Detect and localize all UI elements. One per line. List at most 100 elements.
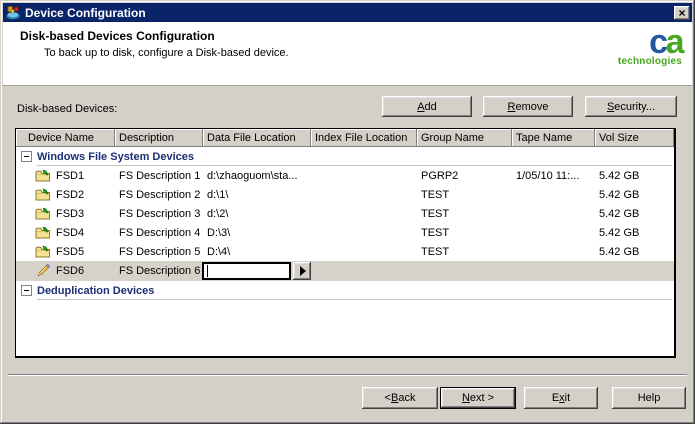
- description-cell: FS Description 3: [115, 204, 203, 223]
- vol-size-cell: 5.42 GB: [595, 242, 674, 261]
- ca-technologies-logo: ca technologies: [618, 26, 682, 67]
- device-row-fsd5[interactable]: FSD5FS Description 5D:\4\TEST5.42 GB: [16, 242, 674, 261]
- device-name-text: FSD5: [56, 246, 84, 258]
- page-title: Disk-based Devices Configuration: [20, 29, 215, 43]
- column-header-index-file-location[interactable]: Index File Location: [311, 129, 417, 147]
- data-file-cell: [203, 261, 311, 281]
- text-caret: [207, 265, 208, 277]
- group-row-windows-file-system-devices[interactable]: Windows File System Devices: [16, 147, 674, 166]
- titlebar[interactable]: Device Configuration ×: [3, 3, 692, 22]
- device-row-fsd6[interactable]: FSD6 FS Description 6: [16, 261, 674, 281]
- device-name-cell: FSD1: [16, 166, 115, 185]
- device-row-fsd2[interactable]: FSD2 FS Description 2d:\1\ TEST 5.42 GB: [16, 185, 674, 204]
- description-cell: FS Description 2: [115, 185, 203, 204]
- device-name-cell: FSD2: [16, 185, 115, 204]
- group-name-cell: PGRP2: [417, 166, 512, 185]
- device-table-header: Device NameDescriptionData File Location…: [16, 129, 674, 147]
- collapse-expander-icon[interactable]: [21, 151, 32, 162]
- index-file-cell: [311, 166, 417, 185]
- index-file-cell: [311, 204, 417, 223]
- vol-size-cell: 5.42 GB: [595, 166, 674, 185]
- group-label: Windows File System Devices: [37, 151, 194, 163]
- group-name-cell: [417, 261, 512, 281]
- folder-checkin-icon: [35, 187, 51, 203]
- device-name-cell: FSD4: [16, 223, 115, 242]
- folder-checkin-icon: [35, 206, 51, 222]
- footer-divider: [8, 374, 687, 376]
- browse-arrow-button[interactable]: [293, 262, 311, 280]
- column-header-description[interactable]: Description: [115, 129, 203, 147]
- data-file-cell: d:\1\: [203, 185, 311, 204]
- column-header-vol-size[interactable]: Vol Size: [595, 129, 674, 147]
- device-name-cell: FSD6: [16, 261, 115, 281]
- description-cell: FS Description 6: [115, 261, 203, 281]
- tape-name-cell: 1/05/10 11:...: [512, 166, 595, 185]
- window-title: Device Configuration: [25, 6, 146, 20]
- tape-name-cell: [512, 261, 595, 281]
- devices-label: Disk-based Devices:: [17, 103, 117, 115]
- vol-size-cell: 5.42 GB: [595, 185, 674, 204]
- data-file-cell: D:\3\: [203, 223, 311, 242]
- data-file-location-editbox[interactable]: [202, 262, 291, 280]
- group-underline: [37, 299, 672, 300]
- data-file-location-input[interactable]: [204, 264, 289, 278]
- next-button[interactable]: Next >: [440, 387, 516, 409]
- group-name-cell: TEST: [417, 204, 512, 223]
- back-button[interactable]: < Back: [362, 387, 438, 409]
- device-row-fsd3[interactable]: FSD3 FS Description 3d:\2\ TEST 5.42 GB: [16, 204, 674, 223]
- folder-checkin-icon: [35, 168, 51, 184]
- security-button[interactable]: Security...: [585, 96, 677, 117]
- vol-size-cell: 5.42 GB: [595, 223, 674, 242]
- device-name-cell: FSD3: [16, 204, 115, 223]
- wizard-header: Disk-based Devices Configuration To back…: [3, 22, 692, 86]
- device-row-fsd1[interactable]: FSD1 FS Description 1d:\zhaoguom\sta... PG…: [16, 166, 674, 185]
- ca-logo-caption: technologies: [618, 57, 682, 67]
- device-name-text: FSD1: [56, 170, 84, 182]
- device-name-text: FSD3: [56, 208, 84, 220]
- collapse-expander-icon[interactable]: [21, 285, 32, 296]
- folder-checkin-icon: [35, 244, 51, 260]
- right-triangle-icon: [300, 266, 306, 276]
- group-name-cell: TEST: [417, 223, 512, 242]
- exit-button[interactable]: Exit: [524, 387, 598, 409]
- tape-name-cell: [512, 204, 595, 223]
- close-icon: ×: [678, 8, 685, 18]
- vol-size-cell: 5.42 GB: [595, 204, 674, 223]
- device-row-fsd4[interactable]: FSD4 FS Description 4D:\3\ TEST 5.42 GB: [16, 223, 674, 242]
- device-name-text: FSD6: [56, 265, 84, 277]
- device-name-text: FSD2: [56, 189, 84, 201]
- column-header-device-name[interactable]: Device Name: [16, 129, 115, 147]
- index-file-cell: [311, 242, 417, 261]
- remove-button[interactable]: Remove: [483, 96, 573, 117]
- data-file-cell: d:\2\: [203, 204, 311, 223]
- column-header-group-name[interactable]: Group Name: [417, 129, 512, 147]
- tape-name-cell: [512, 185, 595, 204]
- vol-size-cell: [595, 261, 674, 281]
- column-header-tape-name[interactable]: Tape Name: [512, 129, 595, 147]
- index-file-cell: [311, 185, 417, 204]
- help-button[interactable]: Help: [612, 387, 686, 409]
- group-name-cell: TEST: [417, 242, 512, 261]
- pencil-icon: [35, 263, 51, 279]
- column-header-data-file-location[interactable]: Data File Location: [203, 129, 311, 147]
- add-button[interactable]: Add: [382, 96, 472, 117]
- close-button[interactable]: ×: [674, 6, 690, 20]
- tape-name-cell: [512, 223, 595, 242]
- device-configuration-window: Device Configuration × Disk-based Device…: [0, 0, 695, 424]
- description-cell: FS Description 4: [115, 223, 203, 242]
- device-table-body: Windows File System Devices FSD1 FS Descri…: [16, 147, 674, 300]
- device-name-cell: FSD5: [16, 242, 115, 261]
- folder-checkin-icon: [35, 225, 51, 241]
- group-name-cell: TEST: [417, 185, 512, 204]
- tape-name-cell: [512, 242, 595, 261]
- data-file-cell: d:\zhaoguom\sta...: [203, 166, 311, 185]
- data-file-cell: D:\4\: [203, 242, 311, 261]
- description-cell: FS Description 1: [115, 166, 203, 185]
- group-row-deduplication-devices[interactable]: Deduplication Devices: [16, 281, 674, 300]
- group-label: Deduplication Devices: [37, 285, 154, 297]
- ca-logo-mark: ca: [618, 26, 682, 58]
- index-file-cell: [311, 261, 417, 281]
- group-underline: [37, 165, 672, 166]
- device-configuration-icon: [5, 5, 21, 21]
- device-name-text: FSD4: [56, 227, 84, 239]
